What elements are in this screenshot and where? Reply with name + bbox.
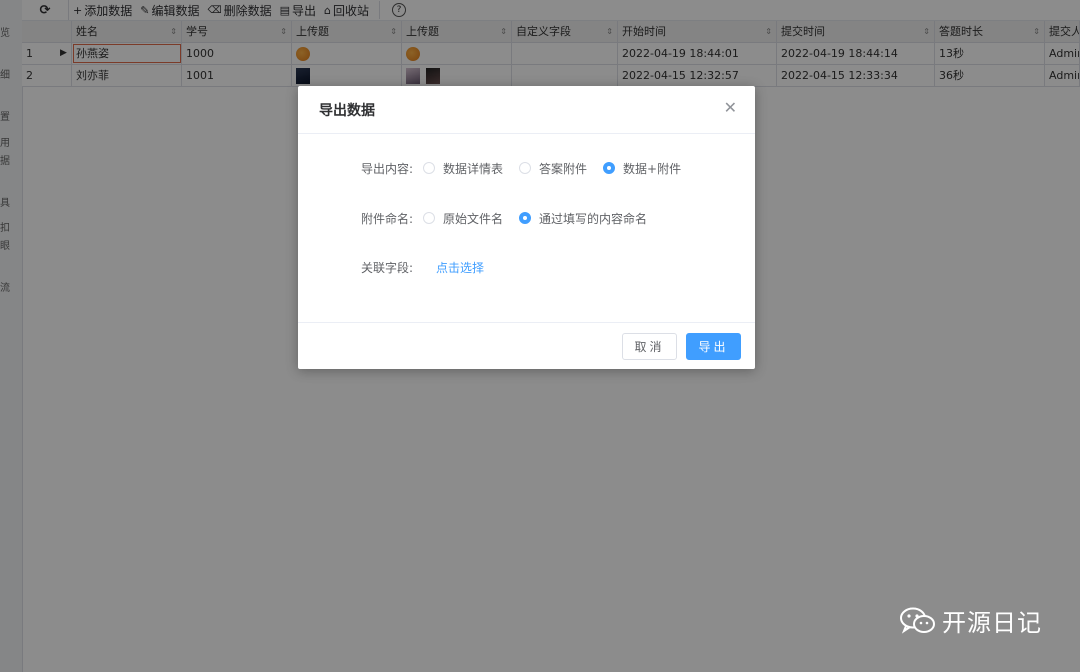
radio-label: 通过填写的内容命名 [539, 211, 648, 226]
export-confirm-button[interactable]: 导出 [686, 333, 741, 360]
attachment-naming-row: 附件命名: 原始文件名 通过填写的内容命名 [361, 208, 663, 228]
radio-original-filename[interactable]: 原始文件名 [423, 210, 503, 227]
radio-label: 答案附件 [539, 161, 588, 176]
radio-label: 数据详情表 [443, 161, 504, 176]
radio-data-plus-attachments[interactable]: 数据+附件 [603, 160, 681, 177]
related-fields-row: 关联字段: 点击选择 [361, 257, 484, 277]
radio-unchecked-icon [423, 162, 435, 174]
dialog-title: 导出数据 [319, 103, 375, 119]
radio-checked-icon [519, 212, 532, 224]
related-fields-label: 关联字段: [361, 260, 414, 275]
brand-watermark: 开源日记 [900, 603, 1042, 638]
brand-name: 开源日记 [942, 609, 1042, 637]
radio-checked-icon [603, 162, 616, 174]
radio-label: 原始文件名 [443, 211, 504, 226]
dialog-footer: 取消 导出 [298, 322, 755, 369]
attachment-naming-label: 附件命名: [361, 211, 414, 226]
cancel-button[interactable]: 取消 [622, 333, 677, 360]
dialog-header: 导出数据 ✕ [298, 86, 755, 134]
radio-answer-attachments[interactable]: 答案附件 [519, 160, 587, 177]
app-page: 览 细 置 用 据 具 扣 眼 流 ⟳ + 添加数据 ✎ 编辑数据 ⌫ 删除数据… [0, 0, 1080, 672]
radio-label: 数据+附件 [623, 161, 682, 176]
radio-name-by-content[interactable]: 通过填写的内容命名 [519, 210, 647, 227]
radio-unchecked-icon [423, 212, 435, 224]
select-fields-link[interactable]: 点击选择 [436, 259, 484, 276]
close-icon[interactable]: ✕ [724, 100, 737, 116]
radio-data-detail-table[interactable]: 数据详情表 [423, 160, 503, 177]
export-content-row: 导出内容: 数据详情表 答案附件 数据+附件 [361, 158, 697, 178]
export-content-label: 导出内容: [361, 161, 414, 176]
export-data-dialog: 导出数据 ✕ 导出内容: 数据详情表 答案附件 数据+附件 附件命名: 原始文件… [298, 86, 755, 369]
wechat-icon [900, 607, 936, 635]
radio-unchecked-icon [519, 162, 532, 174]
